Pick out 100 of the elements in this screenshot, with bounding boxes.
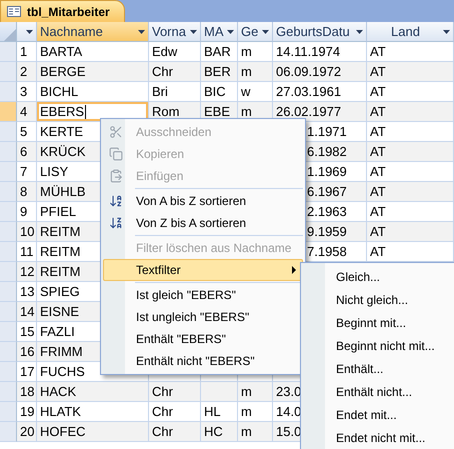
- row-selector[interactable]: [0, 282, 17, 302]
- dropdown-caret-icon[interactable]: [227, 30, 234, 34]
- table-cell: m: [238, 42, 273, 62]
- table-cell: Edw: [149, 42, 201, 62]
- column-header[interactable]: Land: [367, 22, 454, 42]
- table-cell: 1: [17, 42, 37, 62]
- table-cell: AT: [367, 42, 454, 62]
- table-cell: 06.09.1972: [273, 62, 367, 82]
- row-selector[interactable]: [0, 122, 17, 142]
- sort-descending-icon: [109, 216, 123, 230]
- table-tab[interactable]: tbl_Mitarbeiter: [0, 0, 125, 22]
- table-cell: 27.03.1961: [273, 82, 367, 102]
- table-cell: m: [238, 382, 273, 402]
- row-selector[interactable]: [0, 322, 17, 342]
- table-cell: 14.11.1974: [273, 42, 367, 62]
- table-cell: 19: [17, 402, 37, 422]
- row-selector[interactable]: [0, 202, 17, 222]
- table-cell: 18: [17, 382, 37, 402]
- column-header[interactable]: MA: [201, 22, 238, 42]
- row-selector[interactable]: [0, 162, 17, 182]
- submenu-arrow-icon: [292, 266, 296, 274]
- column-header[interactable]: [17, 22, 37, 42]
- row-selector[interactable]: [0, 402, 17, 422]
- table-cell: 11: [17, 242, 37, 262]
- table-cell: 14: [17, 302, 37, 322]
- table-icon: [7, 6, 21, 17]
- table-cell: 6: [17, 142, 37, 162]
- table-cell: Chr: [149, 422, 201, 442]
- table-cell: BAR: [201, 42, 238, 62]
- table-cell: 17: [17, 362, 37, 382]
- menu-item[interactable]: Beginnt mit...: [303, 311, 453, 334]
- table-cell: 20: [17, 422, 37, 442]
- scissors-icon: [109, 125, 123, 139]
- row-selector[interactable]: [0, 362, 17, 382]
- table-cell: HLATK: [37, 402, 149, 422]
- table-cell: m: [238, 422, 273, 442]
- dropdown-caret-icon[interactable]: [138, 30, 145, 34]
- table-cell: Chr: [149, 382, 201, 402]
- table-cell: BER: [201, 62, 238, 82]
- menu-item[interactable]: Textfilter: [103, 259, 303, 281]
- table-cell: [201, 382, 238, 402]
- table-cell: 9: [17, 202, 37, 222]
- row-selector[interactable]: [0, 342, 17, 362]
- menu-item[interactable]: Nicht gleich...: [303, 288, 453, 311]
- table-cell: 8: [17, 182, 37, 202]
- column-header[interactable]: Nachname: [37, 22, 149, 42]
- table-cell: BERGE: [37, 62, 149, 82]
- table-cell: HOFEC: [37, 422, 149, 442]
- table-cell: m: [238, 402, 273, 422]
- table-cell: 26.02.1977: [273, 102, 367, 122]
- table-cell: 4: [17, 102, 37, 122]
- table-cell: HL: [201, 402, 238, 422]
- table-cell: EBERS: [37, 102, 149, 122]
- row-selector[interactable]: [0, 222, 17, 242]
- paste-icon: [109, 169, 123, 183]
- table-cell: BIC: [201, 82, 238, 102]
- table-cell: 2: [17, 62, 37, 82]
- row-selector[interactable]: [0, 262, 17, 282]
- table-cell: AT: [367, 122, 454, 142]
- menu-item[interactable]: Enthält...: [303, 357, 453, 380]
- row-selector[interactable]: [0, 102, 17, 122]
- dropdown-caret-icon[interactable]: [26, 30, 33, 34]
- table-cell: 5: [17, 122, 37, 142]
- row-selector[interactable]: [0, 302, 17, 322]
- table-cell: 7: [17, 162, 37, 182]
- menu-item[interactable]: Gleich...: [303, 265, 453, 288]
- row-selector[interactable]: [0, 242, 17, 262]
- menu-item[interactable]: Beginnt nicht mit...: [303, 334, 453, 357]
- dropdown-caret-icon[interactable]: [356, 30, 363, 34]
- table-cell: AT: [367, 162, 454, 182]
- table-cell: BICHL: [37, 82, 149, 102]
- dropdown-caret-icon[interactable]: [262, 30, 269, 34]
- table-cell: HACK: [37, 382, 149, 402]
- dropdown-caret-icon[interactable]: [190, 30, 197, 34]
- row-selector[interactable]: [0, 382, 17, 402]
- table-cell: AT: [367, 202, 454, 222]
- table-cell: AT: [367, 222, 454, 242]
- row-selector[interactable]: [0, 142, 17, 162]
- row-selector[interactable]: [0, 182, 17, 202]
- table-cell: Chr: [149, 62, 201, 82]
- table-cell: w: [238, 82, 273, 102]
- table-cell: AT: [367, 182, 454, 202]
- column-header[interactable]: Vorna: [149, 22, 201, 42]
- table-cell: AT: [367, 82, 454, 102]
- table-cell: m: [238, 62, 273, 82]
- table-cell: Bri: [149, 82, 201, 102]
- column-header[interactable]: GeburtsDatu: [273, 22, 367, 42]
- copy-icon: [109, 147, 123, 161]
- row-selector[interactable]: [0, 82, 17, 102]
- row-selector[interactable]: [0, 422, 17, 442]
- table-cell: 12: [17, 262, 37, 282]
- table-cell: Chr: [149, 402, 201, 422]
- table-cell: 15: [17, 322, 37, 342]
- table-cell: AT: [367, 242, 454, 262]
- column-header[interactable]: Ge: [238, 22, 273, 42]
- table-cell: 13: [17, 282, 37, 302]
- table-cell: AT: [367, 142, 454, 162]
- dropdown-caret-icon[interactable]: [443, 30, 450, 34]
- row-selector[interactable]: [0, 62, 17, 82]
- table-cell: AT: [367, 102, 454, 122]
